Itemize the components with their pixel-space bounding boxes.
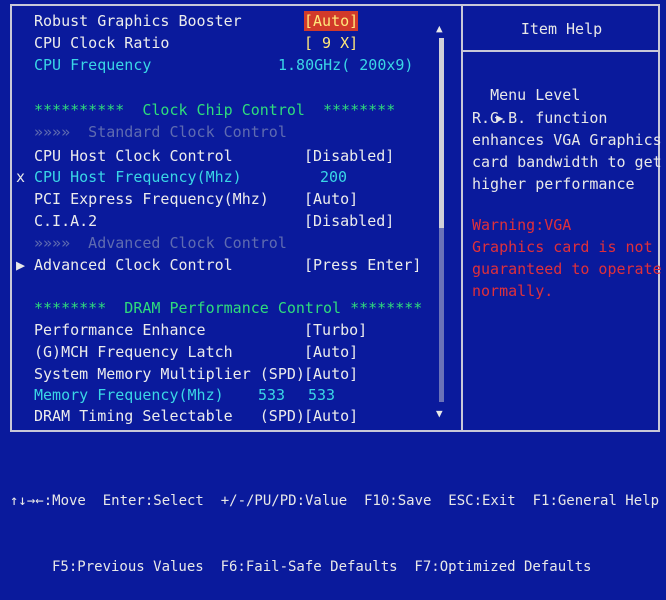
disabled-marker: x [16, 168, 26, 186]
key-help-line-1: ↑↓→←:Move Enter:Select +/-/PU/PD:Value F… [10, 493, 660, 509]
help-description-line-3: card bandwidth to get [472, 153, 662, 171]
help-description-line-4: higher performance [472, 175, 635, 193]
memory-frequency-value-2: 533 [308, 386, 336, 404]
dram-timing-selectable-value[interactable]: [Auto] [304, 406, 358, 426]
scroll-down-arrow-icon[interactable]: ▼ [436, 407, 443, 420]
memory-frequency-label: Memory Frequency(Mhz) [34, 386, 224, 404]
advanced-clock-control-label[interactable]: Advanced Clock Control [34, 255, 233, 275]
pci-express-frequency-label[interactable]: PCI Express Frequency(Mhz) [34, 189, 269, 209]
scroll-track[interactable] [439, 38, 444, 402]
cpu-host-clock-control-value[interactable]: [Disabled] [304, 146, 394, 166]
pci-express-frequency-value[interactable]: [Auto] [304, 189, 358, 209]
panel-divider [461, 4, 463, 432]
key-help-footer: ↑↓→←:Move Enter:Select +/-/PU/PD:Value F… [10, 446, 660, 600]
performance-enhance-value[interactable]: [Turbo] [304, 320, 367, 340]
help-description-line-2: enhances VGA Graphics [472, 131, 662, 149]
cia2-value[interactable]: [Disabled] [304, 211, 394, 231]
help-warning-line-1: Warning:VGA [472, 216, 572, 234]
cpu-host-frequency-label: CPU Host Frequency(Mhz) [34, 168, 242, 186]
cpu-frequency-label: CPU Frequency [34, 56, 152, 74]
dram-timing-selectable-label[interactable]: DRAM Timing Selectable (SPD) [34, 406, 305, 426]
help-description-line-1: R.G.B. function [472, 109, 608, 127]
robust-graphics-value[interactable]: [Auto] [304, 11, 359, 31]
mch-frequency-latch-value[interactable]: [Auto] [304, 342, 358, 362]
clock-chip-control-header: ********** Clock Chip Control ******** [34, 101, 396, 119]
standard-clock-control-header: »»»» Standard Clock Control [34, 123, 287, 141]
scroll-thumb[interactable] [439, 38, 444, 228]
cpu-clock-ratio-value[interactable]: [ 9 X] [304, 33, 358, 53]
cia2-label[interactable]: C.I.A.2 [34, 211, 97, 231]
advanced-clock-control-value[interactable]: [Press Enter] [304, 255, 421, 275]
advanced-clock-control-header: »»»» Advanced Clock Control [34, 234, 287, 252]
menu-level-label: Menu Level [490, 86, 581, 104]
help-warning-line-4: normally. [472, 282, 554, 300]
dram-performance-control-header: ******** DRAM Performance Control ******… [34, 299, 423, 317]
scrollbar[interactable]: ▲ ▼ [436, 22, 446, 420]
memory-frequency-value-1: 533 [258, 386, 286, 404]
item-help-title: Item Help [520, 20, 603, 38]
help-warning-line-2: Graphics card is not [472, 238, 653, 256]
help-warning-line-3: guaranteed to operate [472, 260, 662, 278]
mch-frequency-latch-label[interactable]: (G)MCH Frequency Latch [34, 342, 233, 362]
performance-enhance-label[interactable]: Performance Enhance [34, 320, 206, 340]
robust-graphics-label[interactable]: Robust Graphics Booster [34, 11, 242, 31]
submenu-arrow-icon: ▶ [16, 256, 26, 274]
system-memory-multiplier-value[interactable]: [Auto] [304, 364, 358, 384]
cpu-frequency-value: 1.80GHz( 200x9) [278, 56, 414, 74]
scroll-up-arrow-icon[interactable]: ▲ [436, 22, 443, 35]
help-title-separator [463, 50, 660, 52]
cpu-host-frequency-value: 200 [320, 168, 348, 186]
key-help-line-2: F5:Previous Values F6:Fail-Safe Defaults… [52, 559, 592, 575]
cpu-host-clock-control-label[interactable]: CPU Host Clock Control [34, 146, 233, 166]
system-memory-multiplier-label[interactable]: System Memory Multiplier (SPD) [34, 364, 305, 384]
cpu-clock-ratio-label[interactable]: CPU Clock Ratio [34, 33, 169, 53]
